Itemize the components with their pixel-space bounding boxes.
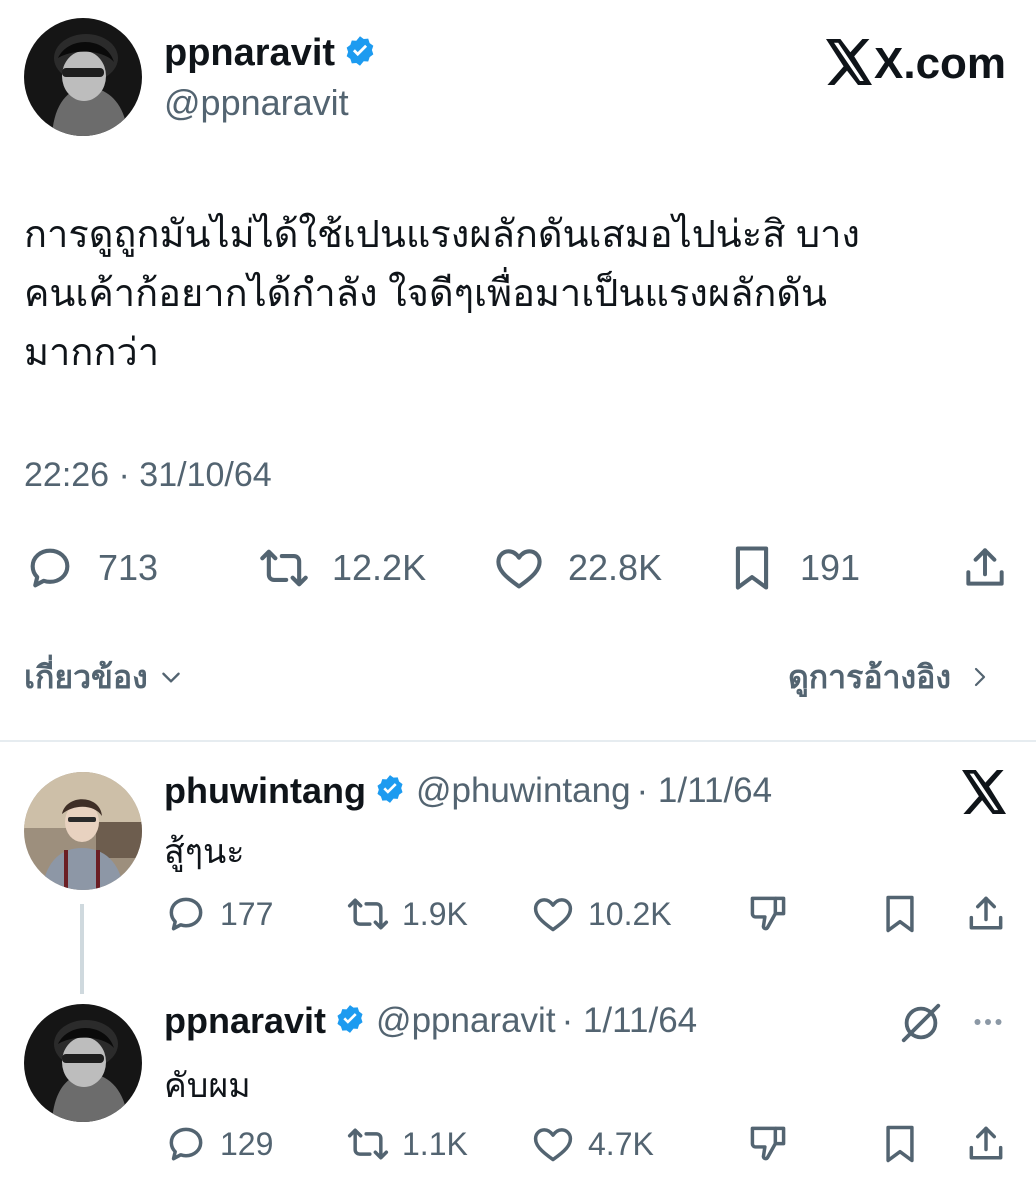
retweet-icon <box>344 1122 392 1166</box>
reply-display-name[interactable]: ppnaravit <box>164 1000 326 1042</box>
bookmark-count: 191 <box>800 547 861 588</box>
downvote-button[interactable] <box>746 1122 790 1166</box>
section-divider <box>0 740 1036 742</box>
share-icon <box>964 1122 1008 1166</box>
share-button[interactable] <box>964 892 1008 936</box>
like-count: 22.8K <box>568 547 663 588</box>
bookmark-button[interactable] <box>878 892 922 936</box>
like-count: 10.2K <box>588 895 672 932</box>
retweet-count: 1.1K <box>402 1125 468 1162</box>
retweet-count: 12.2K <box>332 547 427 588</box>
reply-text: สู้ๆนะ <box>164 833 245 871</box>
bookmark-icon <box>878 1122 922 1166</box>
bookmark-button[interactable]: 191 <box>726 542 860 594</box>
reply-avatar[interactable] <box>24 772 142 890</box>
share-button[interactable] <box>964 1122 1008 1166</box>
x-logo-icon <box>962 770 1008 819</box>
reply-button[interactable]: 177 <box>164 892 273 936</box>
grok-icon[interactable] <box>898 1000 944 1051</box>
retweet-icon <box>344 892 392 936</box>
tweet-text: การดูถูกมันไม่ได้ใช้เปนแรงผลักดันเสมอไปน… <box>24 206 1014 383</box>
author-display-name[interactable]: ppnaravit <box>164 32 335 75</box>
chevron-down-icon <box>158 664 184 690</box>
related-dropdown[interactable]: เกี่ยวข้อง <box>24 654 184 700</box>
retweet-button[interactable]: 1.1K <box>344 1122 468 1166</box>
reply-handle[interactable]: @ppnaravit <box>376 1001 556 1041</box>
more-options-icon[interactable] <box>968 1004 1008 1045</box>
bookmark-icon <box>878 892 922 936</box>
reply-icon <box>24 542 76 594</box>
thumbs-down-icon <box>746 1122 790 1166</box>
verified-badge-icon <box>343 34 377 73</box>
like-button[interactable]: 4.7K <box>530 1122 654 1166</box>
tweet-text-line: คนเค้าก้อยากได้กำลัง ใจดีๆเพื่อมาเป็นแรง… <box>24 273 828 315</box>
heart-icon <box>492 542 546 594</box>
reply-header: ppnaravit @ppnaravit · 1/11/64 <box>164 998 697 1044</box>
like-count: 4.7K <box>588 1125 654 1162</box>
reply-avatar[interactable] <box>24 1004 142 1122</box>
downvote-button[interactable] <box>746 892 790 936</box>
bookmark-button[interactable] <box>878 1122 922 1166</box>
reply-date[interactable]: · 1/11/64 <box>637 771 773 811</box>
reply-display-name[interactable]: phuwintang <box>164 770 366 812</box>
reply-header: phuwintang @phuwintang · 1/11/64 <box>164 768 772 814</box>
author-avatar[interactable] <box>24 18 142 136</box>
reply-handle[interactable]: @phuwintang <box>416 771 631 811</box>
verified-badge-icon <box>374 773 406 810</box>
like-button[interactable]: 10.2K <box>530 892 672 936</box>
retweet-count: 1.9K <box>402 895 468 932</box>
verified-badge-icon <box>334 1003 366 1040</box>
view-quotes-label: ดูการอ้างอิง <box>788 658 951 695</box>
reply-button[interactable]: 129 <box>164 1122 273 1166</box>
thumbs-down-icon <box>746 892 790 936</box>
site-label: X.com <box>874 39 1007 88</box>
reply-text: คับผม <box>164 1067 251 1105</box>
thread-connector-line <box>80 904 84 994</box>
like-button[interactable]: 22.8K <box>492 542 662 594</box>
tweet-text-line: มากกว่า <box>24 332 160 374</box>
retweet-icon <box>256 542 312 594</box>
reply-date[interactable]: · 1/11/64 <box>562 1001 698 1041</box>
bookmark-icon <box>726 542 778 594</box>
share-icon <box>960 542 1010 594</box>
heart-icon <box>530 1122 576 1166</box>
retweet-button[interactable]: 1.9K <box>344 892 468 936</box>
author-handle[interactable]: @ppnaravit <box>164 82 349 124</box>
related-label: เกี่ยวข้อง <box>24 658 148 695</box>
reply-count: 129 <box>220 1125 274 1162</box>
reply-button[interactable]: 713 <box>24 542 158 594</box>
tweet-text-line: การดูถูกมันไม่ได้ใช้เปนแรงผลักดันเสมอไปน… <box>24 214 860 256</box>
tweet-timestamp[interactable]: 22:26 · 31/10/64 <box>24 456 272 495</box>
view-quotes-link[interactable]: ดูการอ้างอิง <box>788 654 991 700</box>
reply-icon <box>164 1122 208 1166</box>
retweet-button[interactable]: 12.2K <box>256 542 426 594</box>
x-com-badge: X.com <box>826 36 1006 92</box>
share-button[interactable] <box>960 542 1010 594</box>
reply-count: 713 <box>98 547 159 588</box>
share-icon <box>964 892 1008 936</box>
heart-icon <box>530 892 576 936</box>
reply-count: 177 <box>220 895 274 932</box>
reply-icon <box>164 892 208 936</box>
chevron-right-icon <box>967 663 991 691</box>
